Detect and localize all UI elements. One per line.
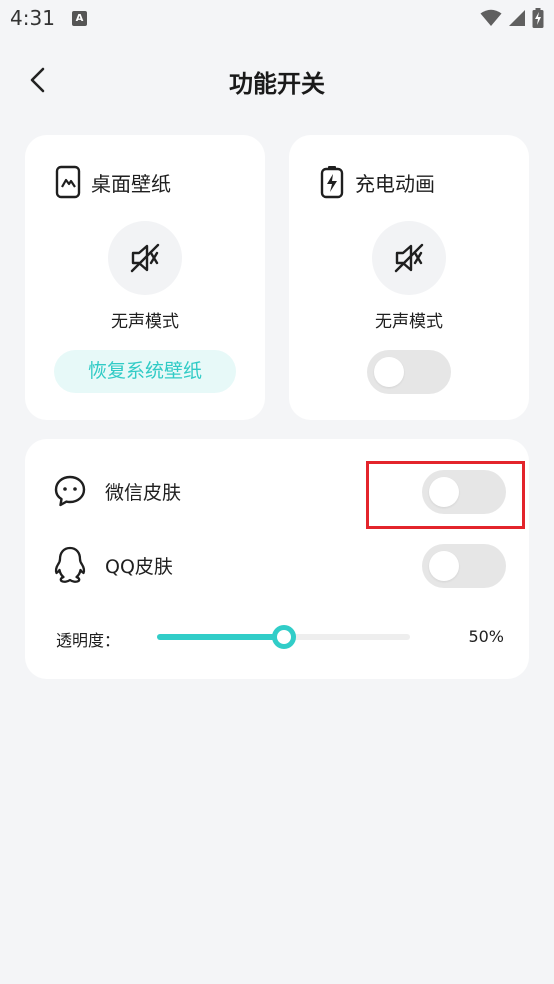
notification-icon: A [72, 11, 87, 26]
opacity-value: 50% [468, 627, 504, 646]
toggle-knob [374, 357, 404, 387]
status-bar: 4:31 A [0, 0, 554, 38]
wechat-skin-row: 微信皮肤 [53, 474, 181, 508]
wallpaper-card: 桌面壁纸 无声模式 恢复系统壁纸 [25, 135, 265, 420]
highlight-box [366, 461, 525, 529]
wechat-icon [54, 475, 86, 507]
wifi-icon [480, 9, 502, 26]
charge-card-title: 充电动画 [355, 171, 435, 196]
charge-animation-toggle[interactable] [367, 350, 451, 394]
qq-skin-row: QQ皮肤 [53, 546, 173, 584]
wechat-skin-label: 微信皮肤 [105, 481, 182, 504]
mute-icon [394, 243, 424, 273]
opacity-slider[interactable] [157, 625, 410, 649]
battery-charging-icon [532, 8, 544, 28]
wallpaper-card-header: 桌面壁纸 [55, 165, 171, 199]
charge-mute-button[interactable] [372, 221, 446, 295]
opacity-slider-fill [157, 634, 284, 640]
toggle-knob [429, 551, 459, 581]
wallpaper-mode-label: 无声模式 [111, 312, 179, 332]
page-title: 功能开关 [229, 70, 325, 98]
mute-icon [130, 243, 160, 273]
status-icons [480, 8, 544, 28]
status-time: 4:31 [10, 6, 55, 30]
charge-card-header: 充电动画 [319, 165, 435, 199]
charge-animation-card: 充电动画 无声模式 [289, 135, 529, 420]
qq-icon [54, 546, 86, 583]
charge-mode-label: 无声模式 [375, 312, 443, 332]
header: 功能开关 [0, 52, 554, 108]
opacity-slider-thumb[interactable] [271, 625, 296, 649]
wallpaper-card-title: 桌面壁纸 [91, 171, 171, 196]
opacity-label: 透明度： [56, 631, 121, 650]
battery-charging-icon [320, 166, 344, 199]
wallpaper-mute-button[interactable] [108, 221, 182, 295]
signal-icon [509, 10, 525, 26]
wallpaper-icon [55, 165, 81, 199]
qq-skin-label: QQ皮肤 [105, 555, 173, 578]
qq-skin-toggle[interactable] [422, 544, 506, 588]
restore-wallpaper-button[interactable]: 恢复系统壁纸 [54, 350, 236, 393]
